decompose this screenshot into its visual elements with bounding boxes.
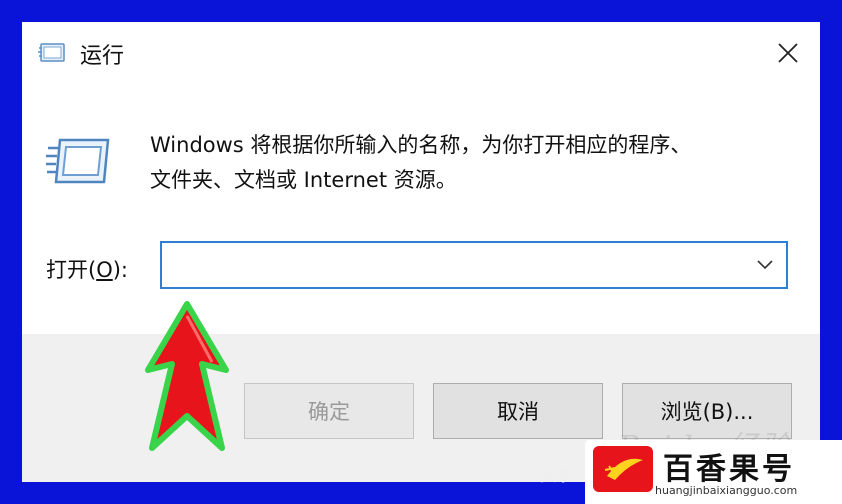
open-combobox[interactable] — [160, 241, 788, 289]
ok-button[interactable]: 确定 — [244, 383, 414, 439]
chevron-down-icon — [757, 260, 773, 270]
open-input[interactable] — [162, 243, 742, 287]
description-text: Windows 将根据你所输入的名称，为你打开相应的程序、 文件夹、文档或 In… — [150, 128, 790, 198]
description-line-2: 文件夹、文档或 Internet 资源。 — [150, 168, 457, 192]
open-label: 打开(O): — [46, 258, 129, 282]
cancel-button[interactable]: 取消 — [433, 383, 603, 439]
close-button[interactable] — [768, 36, 808, 70]
brand-url: huangjinbaixiangguo.com — [655, 484, 798, 497]
toutiao-label: 头条 — [540, 466, 573, 485]
run-program-icon — [46, 138, 110, 184]
window-title: 运行 — [80, 44, 125, 69]
close-icon — [778, 43, 798, 63]
brand-logo-icon — [593, 446, 653, 492]
accelerator-key: O — [96, 258, 113, 282]
run-icon — [38, 43, 65, 62]
run-dialog: 运行 Windows 将根据你所输入的名称，为你打开相应的程序、 文件夹、文档或… — [22, 22, 820, 482]
description-line-1: Windows 将根据你所输入的名称，为你打开相应的程序、 — [150, 133, 692, 157]
title-bar: 运行 — [22, 22, 820, 84]
pointer-arrow-icon — [145, 301, 229, 451]
brand-name: 百香果号 — [663, 452, 795, 487]
brand-badge: 百香果号 huangjinbaixiangguo.com — [585, 440, 842, 504]
dropdown-button[interactable] — [750, 251, 780, 279]
